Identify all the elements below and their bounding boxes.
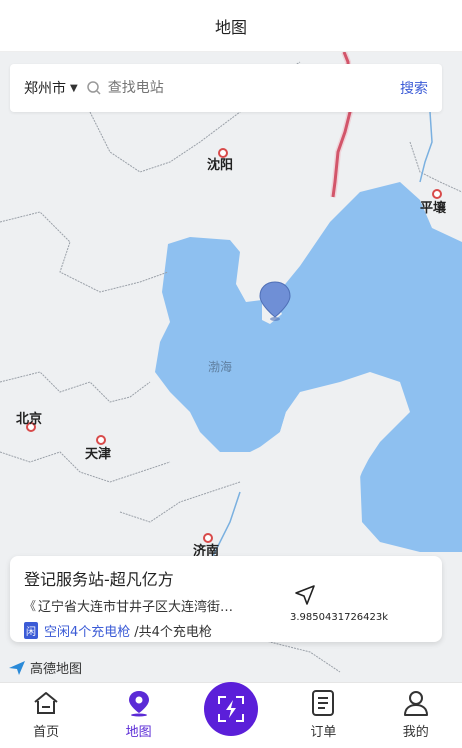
order-list-icon (309, 689, 337, 717)
station-distance: 3.9850431726423k (290, 612, 389, 623)
tab-label: 首页 (33, 725, 60, 740)
river (419, 111, 433, 183)
navigate-icon[interactable] (294, 584, 316, 606)
tab-orders[interactable]: 订单 (288, 689, 358, 740)
search-icon (86, 80, 102, 96)
tab-home[interactable]: 首页 (11, 689, 81, 740)
map-provider-name: 高德地图 (30, 662, 83, 677)
scan-charge-icon (203, 682, 258, 736)
total-count: /共4个充电枪 (134, 625, 212, 640)
station-address: 《 辽宁省大连市甘井子区大连湾街… (24, 596, 274, 615)
city-select-value: 郑州市 (24, 81, 66, 97)
map-label-pyongyang: 平壤 (420, 201, 447, 216)
city-select[interactable]: 郑州市 ▼ (24, 78, 78, 98)
tab-label: 我的 (402, 725, 429, 740)
page-title: 地图 (214, 17, 247, 37)
tab-map[interactable]: 地图 (104, 689, 174, 740)
caret-down-icon: ▼ (70, 82, 78, 94)
tab-label: 订单 (310, 725, 337, 740)
map-label-beijing: 北京 (16, 412, 43, 427)
search-input[interactable] (107, 80, 400, 96)
station-name: 登记服务站-超凡亿方 (24, 570, 174, 589)
tab-scan-charge[interactable] (196, 682, 266, 740)
station-address-text: 辽宁省大连市甘井子区大连湾街… (38, 600, 234, 615)
map-label-tianjin: 天津 (85, 447, 112, 462)
map-pin-icon (125, 689, 153, 717)
province-border (119, 481, 241, 523)
page-header: 地图 (0, 0, 462, 52)
tab-label: 地图 (125, 725, 152, 740)
search-button[interactable]: 搜索 (400, 78, 428, 98)
tab-profile[interactable]: 我的 (381, 689, 451, 740)
idle-count: 空闲4个充电枪 (44, 625, 131, 640)
station-card[interactable]: 登记服务站-超凡亿方 《 辽宁省大连市甘井子区大连湾街… 闲 空闲4个充电枪 /… (10, 556, 442, 642)
bottom-tabbar: 首页 地图 订单 我的 (0, 682, 462, 748)
map-provider-logo: 高德地图 (8, 658, 82, 677)
province-border (409, 141, 462, 193)
station-status: 闲 空闲4个充电枪 /共4个充电枪 (24, 621, 428, 640)
province-border (0, 371, 151, 403)
map-label-shenyang: 沈阳 (207, 158, 234, 173)
map-label-bohai: 渤海 (208, 360, 233, 374)
search-bar: 郑州市 ▼ 搜索 (10, 64, 442, 112)
home-icon (32, 689, 60, 717)
user-icon (402, 689, 430, 717)
province-border (0, 211, 169, 293)
amap-logo-icon (9, 660, 25, 675)
idle-badge: 闲 (24, 622, 38, 639)
location-icon: 《 (24, 599, 37, 613)
